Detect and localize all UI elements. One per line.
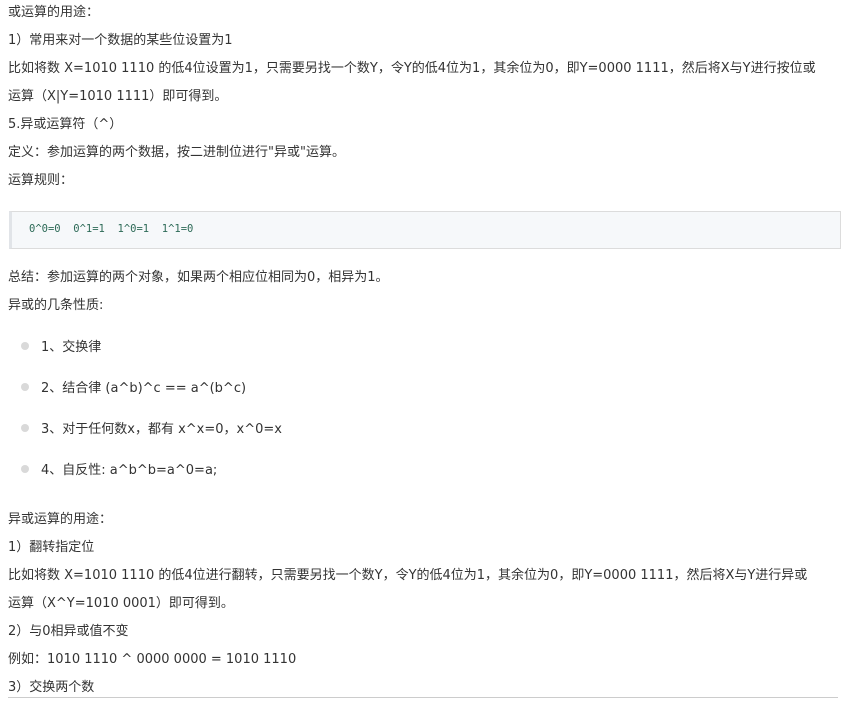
xor-usage-desc-line-1: 比如将数 X=1010 1110 的低4位进行翻转，只需要另找一个数Y，令Y的低… xyxy=(8,568,808,583)
xor-rules-label: 运算规则： xyxy=(8,173,74,188)
xor-usage-title: 异或运算的用途： xyxy=(8,512,113,527)
xor-properties-list: 1、交换律 2、结合律 (a^b)^c == a^(b^c) 3、对于任何数x，… xyxy=(8,335,844,499)
divider xyxy=(8,697,838,698)
list-item: 1、交换律 xyxy=(8,335,844,376)
property-text: 1、交换律 xyxy=(41,340,102,355)
bullet-icon xyxy=(21,342,29,350)
xor-properties-title: 异或的几条性质: xyxy=(8,298,104,313)
xor-rules-code[interactable]: 0^0=0 0^1=1 1^0=1 1^1=0 xyxy=(29,223,193,235)
xor-usage-item-3: 3）交换两个数 xyxy=(8,680,95,695)
xor-summary: 总结：参加运算的两个对象，如果两个相应位相同为0，相异为1。 xyxy=(8,270,389,285)
or-usage-desc-line-1: 比如将数 X=1010 1110 的低4位设置为1，只需要另找一个数Y，令Y的低… xyxy=(8,61,816,76)
article-content: 或运算的用途： 1）常用来对一个数据的某些位设置为1 比如将数 X=1010 1… xyxy=(8,0,844,703)
xor-usage-example: 例如：1010 1110 ^ 0000 0000 = 1010 1110 xyxy=(8,652,297,667)
xor-heading: 5.异或运算符（^） xyxy=(8,117,123,132)
xor-usage-desc-line-2: 运算（X^Y=1010 0001）即可得到。 xyxy=(8,596,234,611)
property-text: 3、对于任何数x，都有 x^x=0，x^0=x xyxy=(41,422,282,437)
xor-usage-item-2: 2）与0相异或值不变 xyxy=(8,624,129,639)
xor-definition: 定义：参加运算的两个数据，按二进制位进行"异或"运算。 xyxy=(8,145,345,160)
xor-usage-section: 异或运算的用途： 1）翻转指定位 比如将数 X=1010 1110 的低4位进行… xyxy=(8,507,844,703)
or-usage-item-1: 1）常用来对一个数据的某些位设置为1 xyxy=(8,33,233,48)
code-block[interactable]: 0^0=0 0^1=1 1^0=1 1^1=0 xyxy=(9,211,841,249)
list-item: 4、自反性: a^b^b=a^0=a; xyxy=(8,458,844,499)
or-usage-title: 或运算的用途： xyxy=(8,5,100,20)
xor-usage-item-1: 1）翻转指定位 xyxy=(8,540,95,555)
bullet-icon xyxy=(21,465,29,473)
property-text: 4、自反性: a^b^b=a^0=a; xyxy=(41,463,218,478)
list-item: 3、对于任何数x，都有 x^x=0，x^0=x xyxy=(8,417,844,458)
bullet-icon xyxy=(21,424,29,432)
or-usage-desc-line-2: 运算（X|Y=1010 1111）即可得到。 xyxy=(8,89,228,104)
bullet-icon xyxy=(21,383,29,391)
property-text: 2、结合律 (a^b)^c == a^(b^c) xyxy=(41,381,247,396)
list-item: 2、结合律 (a^b)^c == a^(b^c) xyxy=(8,376,844,417)
